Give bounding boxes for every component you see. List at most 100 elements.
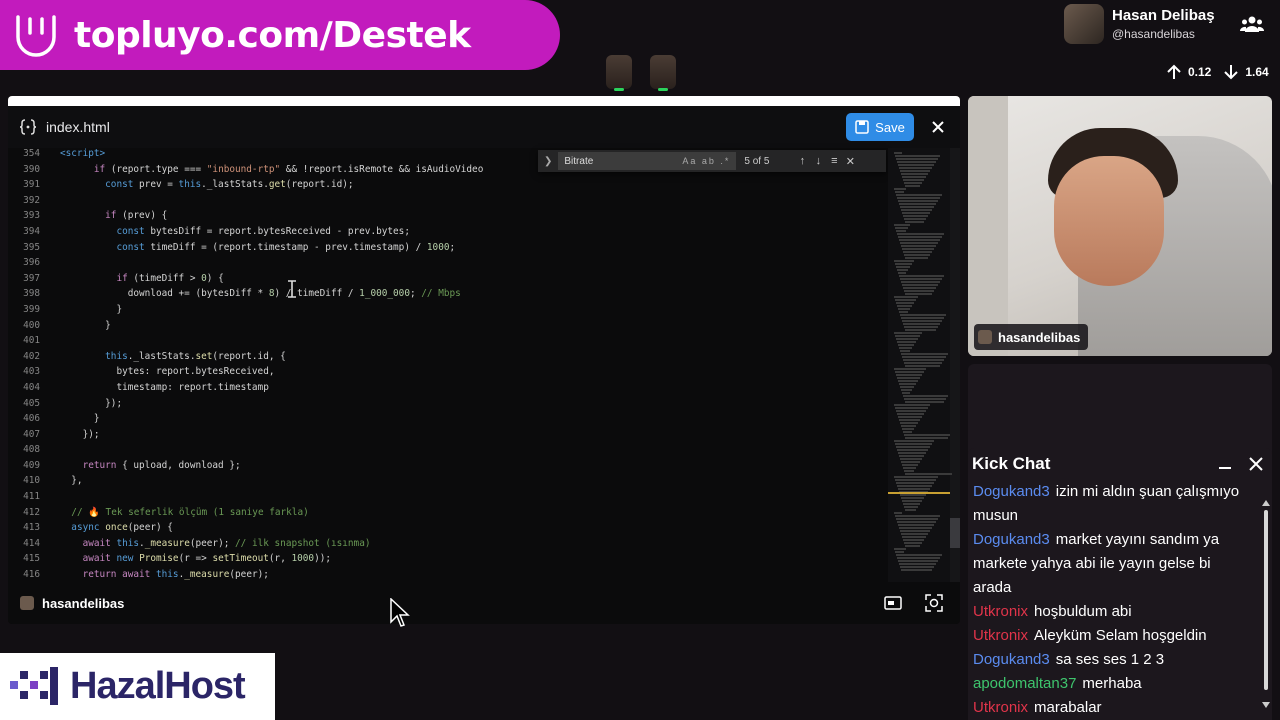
scroll-down-icon[interactable] bbox=[1262, 702, 1270, 708]
minimap-line bbox=[901, 281, 940, 283]
code-line[interactable]: 403 bytes: report.bytesReceived, bbox=[8, 366, 888, 382]
chat-username[interactable]: Dogukand3 bbox=[973, 531, 1050, 548]
code-text[interactable]: if (timeDiff > 0) { bbox=[40, 273, 223, 289]
arrow-down-icon[interactable]: ↓ bbox=[810, 155, 826, 167]
code-text[interactable]: await this._measure(peer); // ilk snapsh… bbox=[40, 538, 371, 554]
fullscreen-focus-icon[interactable] bbox=[925, 594, 943, 612]
scroll-up-icon[interactable] bbox=[1262, 500, 1270, 506]
find-query: Bitrate bbox=[564, 155, 594, 167]
find-input[interactable]: Bitrate Aa ab .* bbox=[558, 152, 737, 170]
code-line[interactable]: 404 timestamp: report.timestamp bbox=[8, 382, 888, 398]
chat-message[interactable]: Dogukand3 izin mi aldın şuan çalışmıyo mu… bbox=[973, 480, 1248, 528]
code-text[interactable]: <script> bbox=[40, 148, 105, 164]
code-line[interactable]: 394 const bytesDiff = report.bytesReceiv… bbox=[8, 226, 888, 242]
selection-filter-icon[interactable]: ≡ bbox=[826, 155, 842, 167]
code-text[interactable]: await new Promise(r => setTimeout(r, 100… bbox=[40, 553, 331, 569]
code-line[interactable]: 400 } bbox=[8, 320, 888, 336]
close-find-icon[interactable]: ✕ bbox=[842, 155, 858, 168]
chat-username[interactable]: Utkronix bbox=[973, 603, 1028, 620]
chat-message[interactable]: Utkronix marabalar bbox=[973, 696, 1248, 720]
code-text[interactable]: } bbox=[40, 304, 122, 320]
code-line[interactable]: 407 }); bbox=[8, 429, 888, 445]
code-text[interactable]: } bbox=[40, 320, 111, 336]
code-line[interactable]: 395 const timeDiff = (report.timestamp -… bbox=[8, 242, 888, 258]
chat-message[interactable]: Utkronix hoşbuldum abi bbox=[973, 600, 1248, 624]
participant-avatar[interactable] bbox=[606, 55, 632, 91]
people-icon[interactable] bbox=[1240, 14, 1264, 34]
code-text[interactable]: timestamp: report.timestamp bbox=[40, 382, 268, 398]
code-line[interactable]: 396 bbox=[8, 257, 888, 273]
code-file-icon bbox=[19, 119, 37, 135]
save-button[interactable]: Save bbox=[846, 113, 914, 141]
chat-username[interactable]: Utkronix bbox=[973, 699, 1028, 716]
chat-message[interactable]: Dogukand3 market yayını sandım ya markete… bbox=[973, 528, 1248, 600]
code-line[interactable]: 391 const prev = this._lastStats.get(rep… bbox=[8, 179, 888, 195]
code-text[interactable]: }); bbox=[40, 398, 122, 414]
code-line[interactable]: 411 bbox=[8, 491, 888, 507]
chat-messages[interactable]: Dogukand3 izin mi aldın şuan çalışmıyo mu… bbox=[968, 480, 1272, 720]
code-text[interactable] bbox=[40, 444, 60, 460]
chat-scrollbar-thumb[interactable] bbox=[1264, 510, 1268, 690]
minimize-icon[interactable] bbox=[1218, 456, 1232, 470]
close-icon[interactable] bbox=[930, 119, 946, 135]
user-profile[interactable]: Hasan Delibaş @hasandelibas bbox=[1064, 4, 1215, 44]
code-text[interactable]: this._lastStats.set(report.id, { bbox=[40, 351, 286, 367]
chat-message[interactable]: Dogukand3 sa ses ses 1 2 3 bbox=[973, 648, 1248, 672]
code-line[interactable]: 397 if (timeDiff > 0) { bbox=[8, 273, 888, 289]
chat-username[interactable]: apodomaltan37 bbox=[973, 675, 1076, 692]
minimap-line bbox=[905, 365, 940, 367]
chat-message[interactable]: Utkronix Aleyküm Selam hoşgeldin bbox=[973, 624, 1248, 648]
code-text[interactable]: const bytesDiff = report.bytesReceived -… bbox=[40, 226, 410, 242]
code-line[interactable]: 415 await new Promise(r => setTimeout(r,… bbox=[8, 553, 888, 569]
code-text[interactable]: bytes: report.bytesReceived, bbox=[40, 366, 274, 382]
code-text[interactable]: const timeDiff = (report.timestamp - pre… bbox=[40, 242, 455, 258]
code-line[interactable]: 413 async once(peer) { bbox=[8, 522, 888, 538]
code-text[interactable]: // 🔥 Tek seferlik ölçüm (1 saniye farkla… bbox=[40, 507, 308, 523]
code-line[interactable]: 399 } bbox=[8, 304, 888, 320]
close-icon[interactable] bbox=[1248, 456, 1264, 472]
code-text[interactable]: download += (bytesDiff * 8) / timeDiff /… bbox=[40, 288, 461, 304]
chat-scrollbar[interactable] bbox=[1262, 500, 1270, 712]
code-line[interactable]: 398 download += (bytesDiff * 8) / timeDi… bbox=[8, 288, 888, 304]
code-line[interactable]: 402 this._lastStats.set(report.id, { bbox=[8, 351, 888, 367]
minimap[interactable] bbox=[888, 148, 960, 584]
chevron-right-icon[interactable]: ❯ bbox=[544, 156, 552, 167]
code-text[interactable]: if (prev) { bbox=[40, 210, 167, 226]
code-editor[interactable]: 354 <script> 390 if (report.type === "inbo… bbox=[8, 148, 888, 584]
chat-message[interactable]: apodomaltan37 merhaba bbox=[973, 672, 1248, 696]
code-text[interactable] bbox=[40, 257, 60, 273]
code-text[interactable]: }); bbox=[40, 429, 100, 445]
picture-in-picture-icon[interactable] bbox=[884, 594, 902, 612]
code-line[interactable]: 414 await this._measure(peer); // ilk sn… bbox=[8, 538, 888, 554]
code-line[interactable]: 406 } bbox=[8, 413, 888, 429]
minimap-line bbox=[896, 410, 926, 412]
find-options[interactable]: Aa ab .* bbox=[682, 156, 730, 166]
webcam-tile[interactable]: hasandelibas bbox=[968, 96, 1272, 356]
code-line[interactable]: 401 bbox=[8, 335, 888, 351]
code-line[interactable]: 392 bbox=[8, 195, 888, 211]
code-line[interactable]: 409 return { upload, download }; bbox=[8, 460, 888, 476]
code-line[interactable]: 410 }, bbox=[8, 475, 888, 491]
minimap-match-highlight bbox=[888, 492, 950, 494]
code-line[interactable]: 412 // 🔥 Tek seferlik ölçüm (1 saniye fa… bbox=[8, 507, 888, 523]
code-text[interactable]: if (report.type === "inbound-rtp" && !re… bbox=[40, 164, 483, 180]
scrollbar-thumb[interactable] bbox=[950, 518, 960, 548]
vertical-scrollbar[interactable] bbox=[950, 148, 960, 584]
chat-username[interactable]: Dogukand3 bbox=[973, 651, 1050, 668]
code-text[interactable] bbox=[40, 335, 60, 351]
code-text[interactable] bbox=[40, 195, 60, 211]
code-text[interactable]: return { upload, download }; bbox=[40, 460, 241, 476]
code-text[interactable]: const prev = this._lastStats.get(report.… bbox=[40, 179, 353, 195]
code-text[interactable]: } bbox=[40, 413, 100, 429]
participant-avatar[interactable] bbox=[650, 55, 676, 91]
minimap-line bbox=[899, 311, 908, 313]
code-line[interactable]: 405 }); bbox=[8, 398, 888, 414]
arrow-up-icon[interactable]: ↑ bbox=[794, 155, 810, 167]
code-line[interactable]: 393 if (prev) { bbox=[8, 210, 888, 226]
chat-username[interactable]: Utkronix bbox=[973, 627, 1028, 644]
code-text[interactable] bbox=[40, 491, 60, 507]
chat-username[interactable]: Dogukand3 bbox=[973, 483, 1050, 500]
code-line[interactable]: 408 bbox=[8, 444, 888, 460]
code-text[interactable]: }, bbox=[40, 475, 82, 491]
code-text[interactable]: async once(peer) { bbox=[40, 522, 173, 538]
